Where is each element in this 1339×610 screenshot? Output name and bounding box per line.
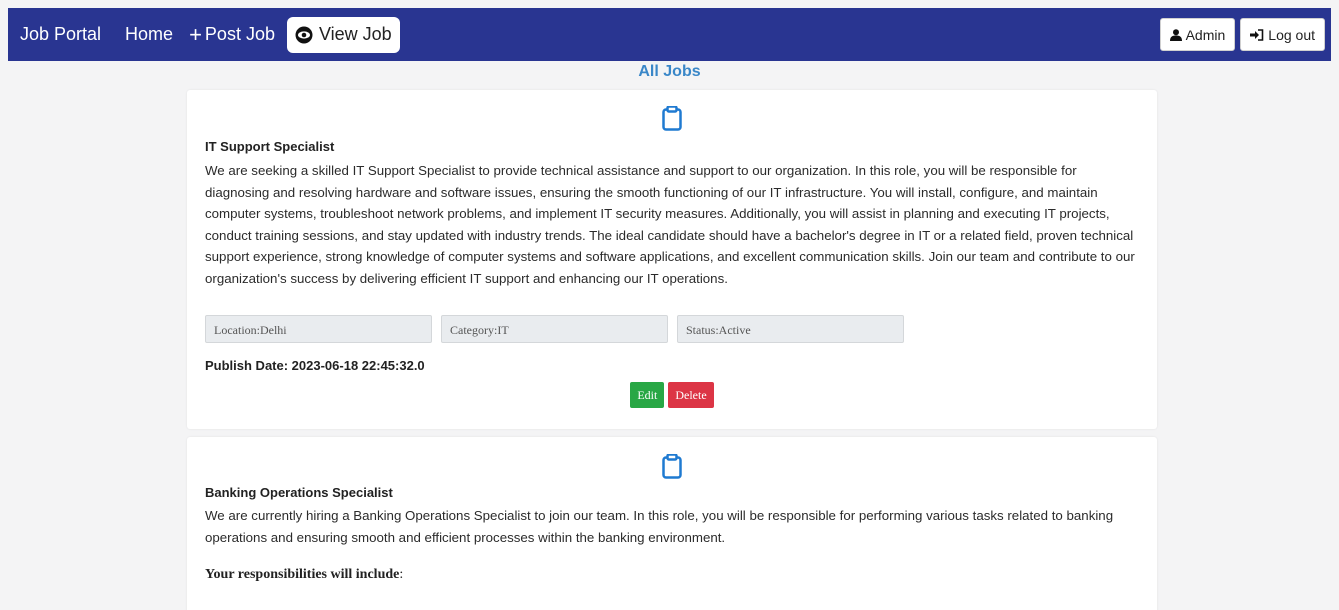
category-field: Category:IT — [441, 315, 668, 343]
top-navbar: Job Portal Home + Post Job View Job Admi… — [8, 8, 1331, 61]
admin-label: Admin — [1185, 26, 1226, 43]
nav-view-job[interactable]: View Job — [286, 16, 400, 53]
job-title: Banking Operations Specialist — [205, 485, 393, 500]
publish-date: Publish Date: 2023-06-18 22:45:32.0 — [205, 358, 425, 373]
job-description: We are currently hiring a Banking Operat… — [205, 508, 1114, 545]
logout-label: Log out — [1268, 26, 1315, 43]
nav-actions: Admin Log out — [1159, 18, 1325, 51]
job-description: We are seeking a skilled IT Support Spec… — [205, 163, 1135, 286]
eye-icon — [295, 26, 313, 43]
page-title: All Jobs — [638, 63, 701, 80]
brand-link[interactable]: Job Portal — [20, 24, 101, 45]
status-field: Status:Active — [677, 315, 904, 343]
job-info-row: Location:Delhi Category:IT Status:Active — [205, 315, 1139, 343]
edit-button[interactable]: Edit — [630, 382, 665, 408]
job-title: IT Support Specialist — [205, 139, 335, 154]
logout-button[interactable]: Log out — [1240, 18, 1325, 51]
nav-post-job-label: Post Job — [204, 24, 275, 44]
responsibilities-heading: Your responsibilities will include: — [205, 567, 1139, 583]
sign-in-icon — [1250, 28, 1264, 41]
job-card: IT Support Specialist We are seeking a s… — [187, 90, 1157, 429]
responsibilities-colon: : — [399, 567, 404, 582]
plus-icon: + — [189, 21, 202, 47]
job-actions: Edit Delete — [205, 382, 1139, 408]
nav-home[interactable]: Home — [121, 17, 177, 53]
nav-view-job-label: View Job — [318, 24, 392, 44]
user-icon — [1169, 28, 1182, 41]
location-field: Location:Delhi — [205, 315, 432, 343]
clipboard-icon — [662, 453, 682, 479]
nav-home-label: Home — [125, 24, 174, 44]
admin-button[interactable]: Admin — [1159, 18, 1236, 51]
delete-button[interactable]: Delete — [668, 382, 714, 408]
clipboard-icon — [662, 105, 682, 131]
nav-post-job[interactable]: + Post Job — [185, 17, 279, 53]
responsibilities-heading-text: Your responsibilities will include — [205, 567, 400, 582]
job-card: Banking Operations Specialist We are cur… — [187, 437, 1157, 610]
